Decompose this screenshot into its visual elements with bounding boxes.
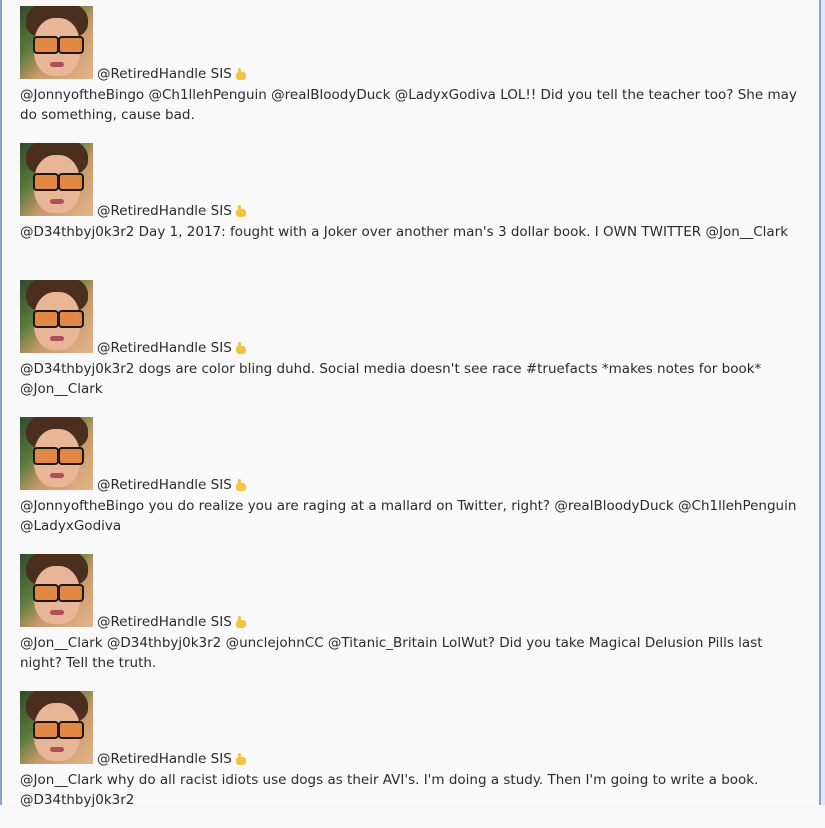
tweet-header: @RetiredHandle SIS xyxy=(20,280,810,356)
tweet-text: @D34thbyj0k3r2 dogs are color bling duhd… xyxy=(20,361,762,397)
tweet-text: @Jon__Clark @D34thbyj0k3r2 @unclejohnCC … xyxy=(20,635,763,671)
tweet-header: @RetiredHandle SIS xyxy=(20,143,810,219)
tweet-item[interactable]: @RetiredHandle SIS @Jon__Clark why do al… xyxy=(20,691,810,828)
tweet-text: @JonnyoftheBingo @Ch1llehPenguin @realBl… xyxy=(20,87,797,123)
victory-hand-icon xyxy=(235,342,246,354)
avatar[interactable] xyxy=(20,280,93,353)
tweet-header: @RetiredHandle SIS xyxy=(20,554,810,630)
tweet-item[interactable]: @RetiredHandle SIS @D34thbyj0k3r2 Day 1,… xyxy=(20,143,810,280)
tweet-text: @D34thbyj0k3r2 Day 1, 2017: fought with … xyxy=(20,224,789,240)
avatar[interactable] xyxy=(20,554,93,627)
user-handle[interactable]: @RetiredHandle SIS xyxy=(97,477,232,493)
tweet-header: @RetiredHandle SIS xyxy=(20,6,810,82)
tweet-item[interactable]: @RetiredHandle SIS @D34thbyj0k3r2 dogs a… xyxy=(20,280,810,417)
tweet-text: @Jon__Clark why do all racist idiots use… xyxy=(20,772,759,808)
tweet-text: @JonnyoftheBingo you do realize you are … xyxy=(20,498,797,534)
victory-hand-icon xyxy=(235,616,246,628)
victory-hand-icon xyxy=(235,68,246,80)
user-handle[interactable]: @RetiredHandle SIS xyxy=(97,66,232,82)
avatar[interactable] xyxy=(20,143,93,216)
avatar[interactable] xyxy=(20,6,93,79)
user-handle[interactable]: @RetiredHandle SIS xyxy=(97,751,232,767)
tweet-item[interactable]: @RetiredHandle SIS @Jon__Clark @D34thbyj… xyxy=(20,554,810,691)
tweet-header: @RetiredHandle SIS xyxy=(20,417,810,493)
tweet-item[interactable]: @RetiredHandle SIS @JonnyoftheBingo you … xyxy=(20,417,810,554)
tweet-header: @RetiredHandle SIS xyxy=(20,691,810,767)
victory-hand-icon xyxy=(235,205,246,217)
victory-hand-icon xyxy=(235,479,246,491)
user-handle[interactable]: @RetiredHandle SIS xyxy=(97,340,232,356)
avatar[interactable] xyxy=(20,691,93,764)
tweet-item[interactable]: @RetiredHandle SIS @JonnyoftheBingo @Ch1… xyxy=(20,6,810,143)
tweet-feed[interactable]: @RetiredHandle SIS @JonnyoftheBingo @Ch1… xyxy=(20,6,810,828)
user-handle[interactable]: @RetiredHandle SIS xyxy=(97,203,232,219)
avatar[interactable] xyxy=(20,417,93,490)
victory-hand-icon xyxy=(235,753,246,765)
user-handle[interactable]: @RetiredHandle SIS xyxy=(97,614,232,630)
window-right-edge xyxy=(821,0,825,805)
